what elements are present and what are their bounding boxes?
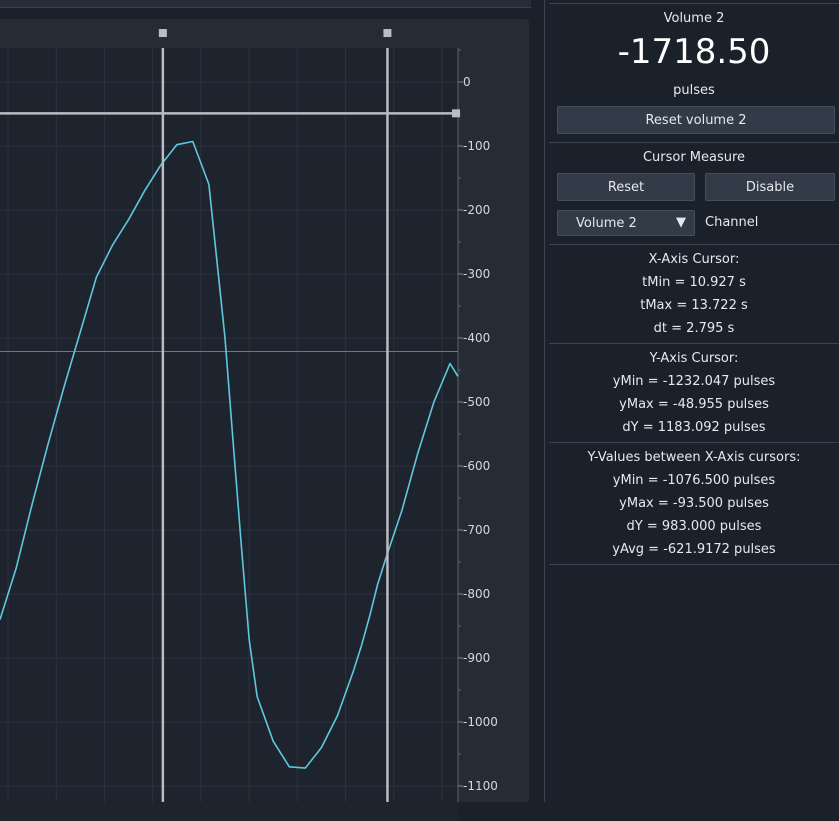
channel-value: -1718.50	[617, 32, 771, 72]
waveform-trace	[0, 140, 459, 769]
y-tick-label: -500	[463, 395, 490, 409]
top-toolbar-strip	[0, 0, 531, 8]
divider	[549, 343, 839, 344]
y-cursor-ymin: yMin = -1232.047 pulses	[612, 374, 776, 389]
y-tick-label: -700	[463, 523, 490, 537]
x-cursor-dt: dt = 2.795 s	[653, 321, 735, 336]
y-tick-label: -100	[463, 139, 490, 153]
y-tick-label: -600	[463, 459, 490, 473]
y-tick-label: -200	[463, 203, 490, 217]
y-tick-label: -1000	[463, 715, 498, 729]
between-cursors-ymin: yMin = -1076.500 pulses	[612, 473, 776, 488]
y-cursor-ymax: yMax = -48.955 pulses	[619, 397, 769, 412]
cursor-measure-title: Cursor Measure	[642, 150, 746, 165]
y-tick-label: -800	[463, 587, 490, 601]
divider	[549, 142, 839, 143]
between-cursors-heading: Y-Values between X-Axis cursors:	[587, 450, 801, 465]
y-cursor-handle[interactable]	[452, 109, 460, 118]
channel-select[interactable]: Volume 2 ▼	[557, 210, 695, 236]
between-cursors-yavg: yAvg = -621.9172 pulses	[612, 542, 776, 557]
reset-cursor-button[interactable]: Reset	[557, 173, 695, 201]
divider	[549, 3, 839, 4]
y-cursor-heading: Y-Axis Cursor:	[649, 351, 739, 366]
x-cursor-handle[interactable]	[158, 29, 167, 37]
y-cursor-dy: dY = 1183.092 pulses	[622, 420, 766, 435]
between-cursors-ymax: yMax = -93.500 pulses	[619, 496, 769, 511]
y-tick-label: -300	[463, 267, 490, 281]
waveform-plot[interactable]: 0 -100 -200 -300 -400 -500 -600 -700 -800 -900 -10…	[0, 19, 529, 802]
panel-separator[interactable]	[544, 0, 545, 802]
x-cursor-heading: X-Axis Cursor:	[648, 252, 740, 267]
y-tick-label: -400	[463, 331, 490, 345]
channel-unit: pulses	[673, 83, 715, 98]
divider	[549, 564, 839, 565]
divider	[549, 244, 839, 245]
reset-volume-button[interactable]: Reset volume 2	[557, 106, 835, 134]
disable-cursor-button[interactable]: Disable	[705, 173, 835, 201]
x-cursor-tmin: tMin = 10.927 s	[642, 275, 746, 290]
channel-select-value: Volume 2	[576, 216, 637, 231]
plot-panel: 0 -100 -200 -300 -400 -500 -600 -700 -800 -900 -10…	[0, 19, 529, 821]
channel-title: Volume 2	[663, 11, 725, 26]
channel-label: Channel	[705, 215, 759, 230]
y-tick-label: -900	[463, 651, 490, 665]
x-cursor-handle[interactable]	[383, 29, 392, 37]
x-cursor-tmax: tMax = 13.722 s	[640, 298, 748, 313]
y-tick-label: -1100	[463, 779, 498, 793]
between-cursors-dy: dY = 983.000 pulses	[626, 519, 762, 534]
y-tick-label: 0	[463, 75, 471, 89]
measurement-sidebar: Volume 2 -1718.50 pulses Reset volume 2 …	[549, 0, 839, 802]
divider	[549, 442, 839, 443]
dropdown-arrow-icon[interactable]: ▼	[672, 214, 690, 232]
